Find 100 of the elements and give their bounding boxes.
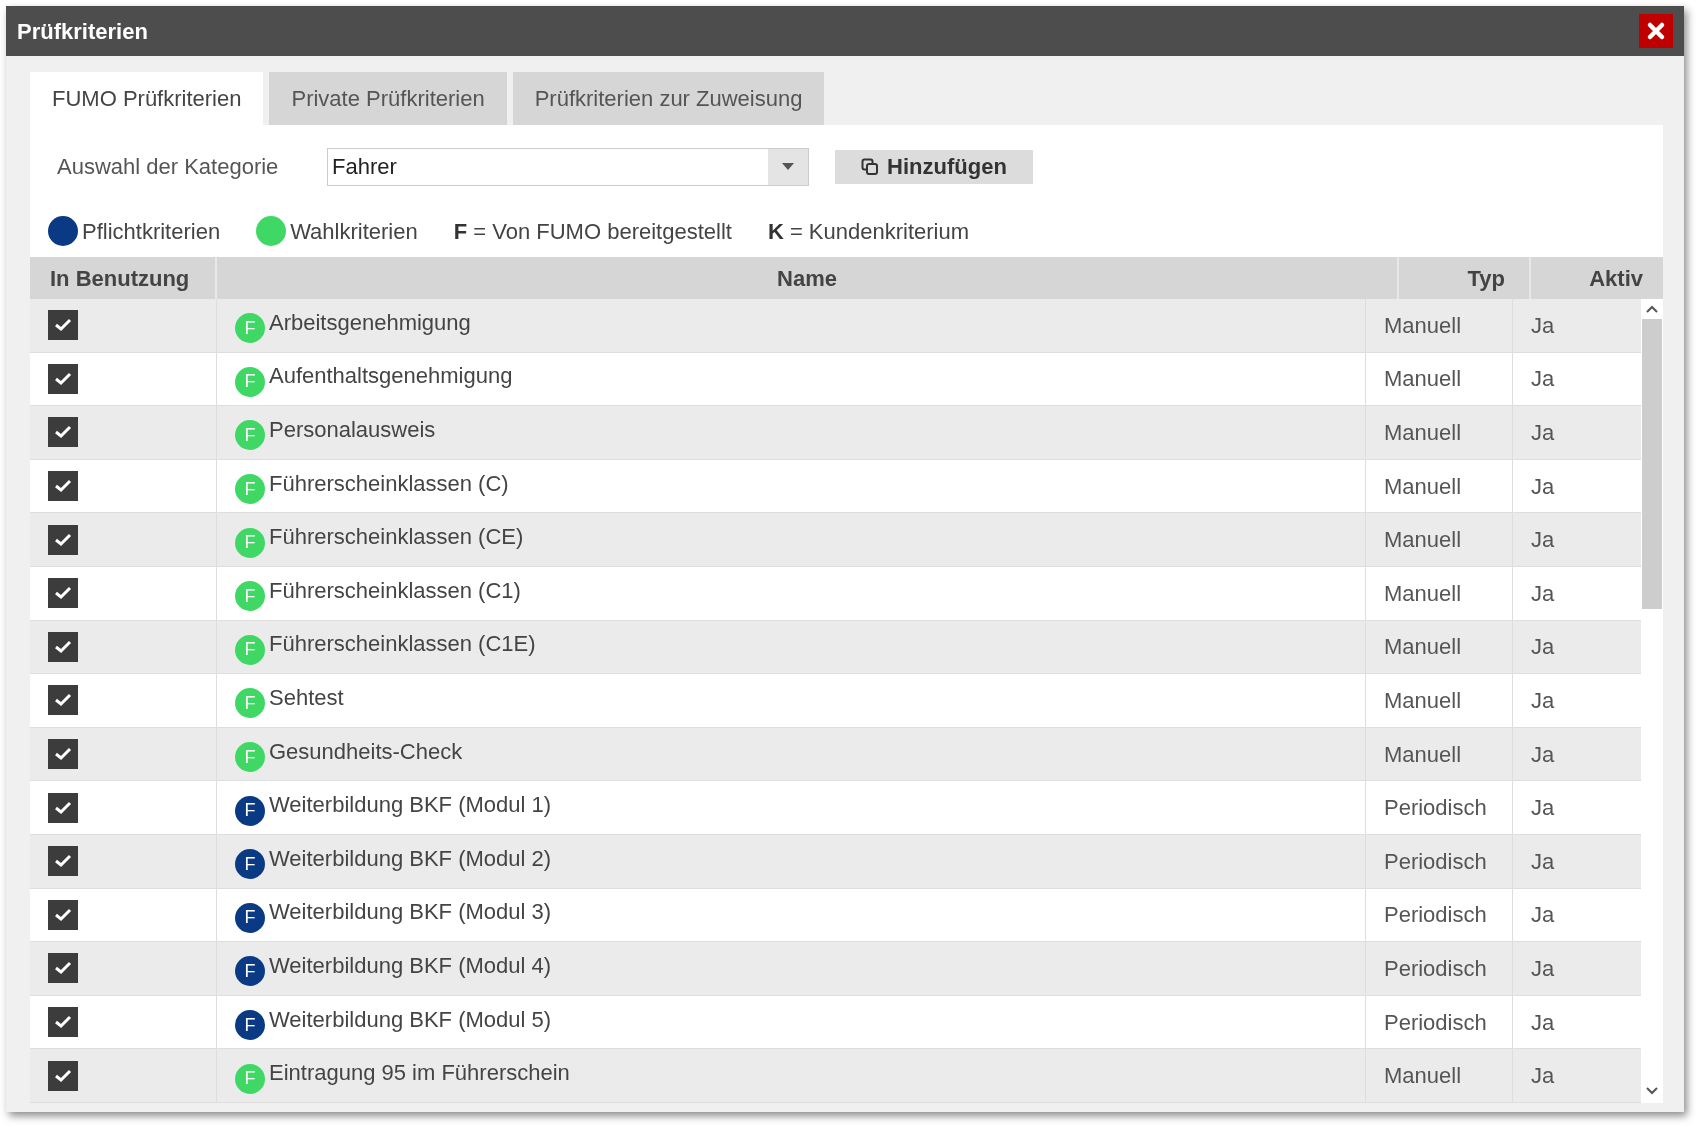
checkmark-icon: [54, 854, 72, 869]
legend-label: K = Kundenkriterium: [767, 217, 970, 246]
table-cell-text: Arbeitsgenehmigung: [269, 308, 471, 337]
checkbox[interactable]: [48, 471, 78, 502]
checkmark-icon: [54, 532, 72, 547]
checkmark-icon: [54, 371, 72, 386]
tab[interactable]: Private Prüfkriterien: [269, 72, 507, 125]
table-cell-text: Ja: [1531, 686, 1555, 715]
category-label: Auswahl der Kategorie: [57, 153, 280, 181]
close-button[interactable]: [1639, 14, 1673, 48]
checkmark-icon: [54, 479, 72, 494]
table-cell-text: Ja: [1531, 954, 1555, 983]
scroll-up-icon[interactable]: [1646, 305, 1658, 313]
table-cell-text: Manuell: [1384, 686, 1462, 715]
table-cell-text: Ja: [1531, 794, 1555, 823]
checkmark-icon: [54, 318, 72, 333]
checkmark-icon: [54, 639, 72, 654]
badge: F: [235, 634, 265, 665]
badge: F: [235, 313, 265, 344]
checkbox[interactable]: [48, 899, 78, 930]
badge: F: [235, 956, 265, 987]
table-cell-text: Weiterbildung BKF (Modul 1): [269, 791, 552, 820]
table-row[interactable]: F Aufenthaltsgenehmigung Manuell Ja: [30, 352, 1641, 407]
checkmark-icon: [54, 747, 72, 762]
table-row[interactable]: F Weiterbildung BKF (Modul 4) Periodisch Ja: [30, 942, 1641, 996]
scrollbar-thumb[interactable]: [1642, 319, 1662, 609]
column-header[interactable]: Aktiv: [1531, 257, 1663, 299]
checkbox[interactable]: [48, 792, 78, 823]
checkmark-icon: [54, 800, 72, 815]
table-cell-text: Weiterbildung BKF (Modul 5): [269, 1005, 552, 1034]
table-cell-text: Eintragung 95 im Führerschein: [269, 1059, 570, 1088]
checkmark-icon: [54, 1015, 72, 1029]
checkmark-icon: [54, 961, 72, 976]
table-row[interactable]: F Führerscheinklassen (CE) Manuell Ja: [30, 513, 1641, 567]
table-row[interactable]: F Eintragung 95 im Führerschein Manuell Ja: [30, 1049, 1641, 1103]
table-cell-text: Ja: [1531, 901, 1555, 930]
table-row[interactable]: F Weiterbildung BKF (Modul 2) Periodisch Ja: [30, 834, 1641, 889]
table-cell-text: Ja: [1531, 847, 1555, 876]
table-cell-text: Manuell: [1384, 472, 1462, 501]
table-cell-text: Führerscheinklassen (C): [269, 469, 509, 498]
table-row[interactable]: F Weiterbildung BKF (Modul 1) Periodisch Ja: [30, 781, 1641, 835]
table-cell-text: Ja: [1531, 740, 1555, 769]
checkbox[interactable]: [48, 1060, 78, 1091]
table-cell-text: Führerscheinklassen (C1): [269, 576, 521, 605]
checkbox[interactable]: [48, 578, 78, 609]
table-cell-text: Ja: [1531, 472, 1555, 501]
badge: F: [235, 527, 265, 558]
table-cell-text: Ja: [1531, 1008, 1555, 1037]
table-cell-text: Ja: [1531, 1062, 1555, 1091]
table-cell-text: Manuell: [1384, 419, 1462, 447]
checkbox[interactable]: [48, 739, 78, 770]
table-cell-text: Manuell: [1384, 311, 1462, 340]
checkbox[interactable]: [48, 846, 78, 877]
badge: F: [235, 366, 265, 397]
close-icon: [1646, 21, 1666, 41]
checkbox[interactable]: [48, 524, 78, 555]
table-row[interactable]: F Personalausweis Manuell Ja: [30, 406, 1641, 460]
table-row[interactable]: F Sehtest Manuell Ja: [30, 674, 1641, 728]
table-cell-text: Manuell: [1384, 365, 1462, 394]
tab[interactable]: Prüfkriterien zur Zuweisung: [512, 72, 825, 125]
checkbox[interactable]: [48, 1007, 78, 1037]
legend-label: Pflichtkriterien: [82, 217, 221, 246]
table-row[interactable]: F Weiterbildung BKF (Modul 3) Periodisch Ja: [30, 888, 1641, 943]
checkbox[interactable]: [48, 310, 78, 341]
table-cell-text: Weiterbildung BKF (Modul 2): [269, 844, 552, 873]
table-row[interactable]: F Arbeitsgenehmigung Manuell Ja: [30, 299, 1641, 353]
badge: F: [235, 581, 265, 612]
tab[interactable]: FUMO Prüfkriterien: [30, 72, 264, 125]
table-cell-text: Periodisch: [1384, 901, 1487, 930]
checkmark-icon: [54, 693, 72, 708]
table-cell-text: Ja: [1531, 526, 1555, 555]
checkmark-icon: [54, 425, 72, 440]
table-row[interactable]: F Führerscheinklassen (C1E) Manuell Ja: [30, 620, 1641, 675]
category-dropdown[interactable]: Fahrer: [327, 147, 809, 186]
table-cell-text: Führerscheinklassen (C1E): [269, 630, 536, 659]
scroll-down-icon[interactable]: [1646, 1086, 1658, 1095]
badge: F: [235, 1063, 265, 1094]
copy-icon: [861, 157, 880, 176]
table-cell-text: Weiterbildung BKF (Modul 3): [269, 898, 552, 927]
table-row[interactable]: F Führerscheinklassen (C1) Manuell Ja: [30, 566, 1641, 621]
table-cell-text: Manuell: [1384, 579, 1462, 608]
add-button[interactable]: Hinzufügen: [835, 149, 1033, 184]
badge: F: [235, 795, 265, 826]
table-row[interactable]: F Weiterbildung BKF (Modul 5) Periodisch Ja: [30, 995, 1641, 1050]
checkbox[interactable]: [48, 953, 78, 984]
table-cell-text: Ja: [1531, 419, 1555, 447]
checkbox[interactable]: [48, 631, 78, 662]
window-title: Prüfkriterien: [17, 17, 148, 46]
checkbox[interactable]: [48, 685, 78, 716]
table-row[interactable]: F Führerscheinklassen (C) Manuell Ja: [30, 459, 1641, 514]
table-row[interactable]: F Gesundheits-Check Manuell Ja: [30, 727, 1641, 782]
badge: F: [235, 742, 265, 773]
table-cell-text: Personalausweis: [269, 416, 436, 444]
table-cell-text: Ja: [1531, 311, 1555, 340]
table-cell-text: Periodisch: [1384, 1008, 1487, 1037]
badge: F: [235, 420, 265, 451]
checkbox[interactable]: [48, 363, 78, 394]
checkbox[interactable]: [48, 417, 78, 448]
table-cell-text: Manuell: [1384, 1062, 1462, 1091]
badge: F: [235, 1010, 265, 1040]
